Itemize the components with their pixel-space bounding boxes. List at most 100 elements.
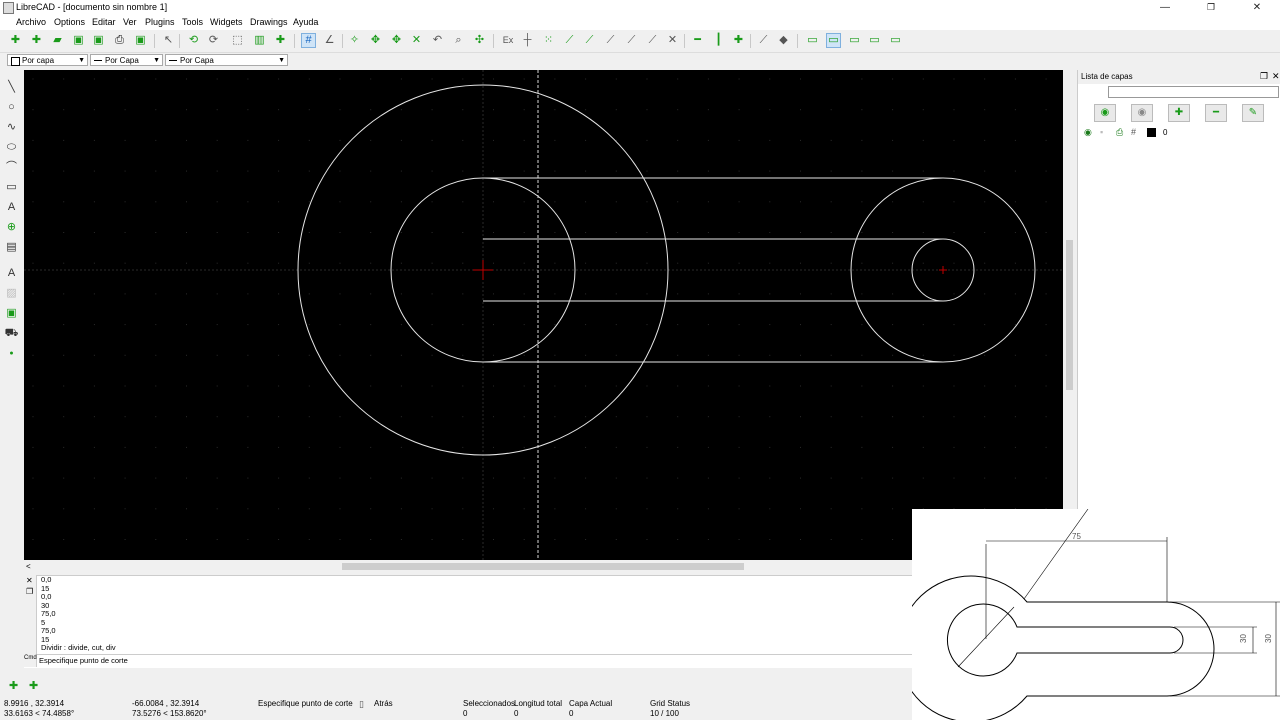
zoom-out-icon[interactable]: ✥ — [389, 33, 404, 48]
draft-mode-icon[interactable]: ▭ — [826, 33, 841, 48]
new-file-icon[interactable]: ✚ — [8, 33, 23, 48]
menu-ver[interactable]: Ver — [123, 17, 137, 27]
print-icon[interactable]: ⎙ — [112, 33, 127, 48]
pen-linetype-combo[interactable]: Por Capa ▼ — [165, 54, 288, 66]
line-tool-icon[interactable]: ╲ — [4, 80, 19, 95]
restrict-orthogonal-icon[interactable]: ✚ — [731, 33, 746, 48]
dimension-tool-icon[interactable]: A — [4, 200, 19, 215]
menu-editar[interactable]: Editar — [92, 17, 116, 27]
horizontal-scrollbar[interactable]: < — [24, 561, 1064, 572]
open-file-icon[interactable]: ▰ — [50, 33, 65, 48]
save-as-icon[interactable]: ▣ — [91, 33, 106, 48]
layer-color-swatch[interactable] — [1147, 128, 1156, 137]
zoom-pan-icon[interactable]: ✣ — [472, 33, 487, 48]
close-panel-icon[interactable]: ✕ — [1272, 71, 1280, 82]
horizontal-scroll-thumb[interactable] — [342, 563, 744, 570]
close-command-icon[interactable]: ✕ — [26, 576, 33, 585]
layer-row[interactable]: ◉ ▪ ⎙ # 0 — [1078, 127, 1280, 139]
save-icon[interactable]: ▣ — [71, 33, 86, 48]
menu-tools[interactable]: Tools — [182, 17, 203, 27]
command-input[interactable]: Especifique punto de corte — [37, 654, 912, 665]
drawing-canvas[interactable] — [24, 70, 1063, 560]
reference-dim-30-inner: 30 — [1239, 634, 1248, 643]
menu-widgets[interactable]: Widgets — [210, 17, 243, 27]
print-preview-icon[interactable]: ▣ — [133, 33, 148, 48]
scroll-left-icon[interactable]: < — [26, 561, 31, 572]
snap-endpoint-icon[interactable]: ⟋ — [562, 33, 577, 48]
select-pointer-icon[interactable]: ↖ — [161, 33, 176, 48]
layer-visible-icon[interactable]: ◉ — [1084, 127, 1092, 138]
maximize-button[interactable]: ❐ — [1188, 0, 1234, 15]
zoom-redraw-icon[interactable]: ✧ — [347, 33, 362, 48]
image-tool-icon[interactable]: ▣ — [4, 306, 19, 321]
restrict-horizontal-icon[interactable]: ━ — [690, 33, 705, 48]
select-tool-icon[interactable]: ▭ — [4, 180, 19, 195]
edit-layer-icon[interactable]: ✎ — [1242, 104, 1264, 122]
hatch-tool-icon[interactable]: ▨ — [4, 286, 19, 301]
command-line-panel: 0,0 15 0,0 30 75,0 5 75,0 15 Dividir : d… — [24, 575, 912, 668]
undo-icon[interactable]: ⟲ — [186, 33, 201, 48]
menu-options[interactable]: Options — [54, 17, 85, 27]
float-panel-icon[interactable]: ❐ — [1260, 71, 1268, 82]
snap-intersection-icon[interactable]: ✕ — [665, 33, 680, 48]
vertical-scrollbar[interactable] — [1064, 70, 1075, 560]
pen-width-combo[interactable]: Por Capa ▼ — [90, 54, 163, 66]
zoom-in-icon[interactable]: ✥ — [368, 33, 383, 48]
show-all-layers-icon[interactable]: ◉ — [1094, 104, 1116, 122]
block-tool-icon[interactable]: ⛟ — [4, 326, 19, 341]
snap-center-icon[interactable]: ⟋ — [603, 33, 618, 48]
ortho-icon[interactable]: ∠ — [322, 33, 337, 48]
add-tab-template-icon[interactable]: ✚ — [29, 679, 38, 692]
layer-filter-input[interactable] — [1108, 86, 1279, 98]
librecad-app-icon — [3, 2, 14, 14]
grid-toggle-icon[interactable]: # — [301, 33, 316, 48]
measure-tool-icon[interactable]: ▤ — [4, 240, 19, 255]
restrict-vertical-icon[interactable]: ┃ — [711, 33, 726, 48]
view-monitor-3-icon[interactable]: ▭ — [867, 33, 882, 48]
pen-color-combo[interactable]: Por capa ▼ — [7, 54, 88, 66]
ellipse-tool-icon[interactable]: ⬭ — [4, 140, 19, 155]
view-monitor-2-icon[interactable]: ▭ — [847, 33, 862, 48]
lock-relative-zero-icon[interactable]: ◆ — [776, 33, 791, 48]
polyline-tool-icon[interactable]: ⌒ — [4, 160, 19, 175]
snap-middle-icon[interactable]: ⟋ — [624, 33, 639, 48]
curve-tool-icon[interactable]: ∿ — [4, 120, 19, 135]
layer-lock-icon[interactable]: ▪ — [1100, 127, 1103, 137]
snap-distance-icon[interactable]: ⟋ — [645, 33, 660, 48]
menu-archivo[interactable]: Archivo — [16, 17, 46, 27]
add-tab-icon[interactable]: ✚ — [9, 679, 18, 692]
snap-on-entity-icon[interactable]: ⟋ — [582, 33, 597, 48]
menu-plugins[interactable]: Plugins — [145, 17, 175, 27]
view-monitor-4-icon[interactable]: ▭ — [888, 33, 903, 48]
zoom-previous-icon[interactable]: ↶ — [430, 33, 445, 48]
copy-icon[interactable]: ▥ — [252, 33, 267, 48]
layer-construction-icon[interactable]: # — [1131, 127, 1136, 137]
zoom-auto-icon[interactable]: ✕ — [409, 33, 424, 48]
remove-layer-icon[interactable]: ━ — [1205, 104, 1227, 122]
menu-drawings[interactable]: Drawings — [250, 17, 288, 27]
zoom-window-icon[interactable]: ⌕ — [451, 33, 466, 48]
menu-ayuda[interactable]: Ayuda — [293, 17, 318, 27]
total-length-label: Longitud total — [514, 699, 563, 708]
close-button[interactable]: ✕ — [1234, 0, 1280, 15]
view-monitor-icon[interactable]: ▭ — [805, 33, 820, 48]
text-tool-icon[interactable]: A — [4, 266, 19, 281]
point-tool-icon[interactable]: ● — [4, 346, 19, 361]
paste-icon[interactable]: ✚ — [273, 33, 288, 48]
modify-tool-icon[interactable]: ⊕ — [4, 220, 19, 235]
new-template-icon[interactable]: ✚ — [29, 33, 44, 48]
hide-all-layers-icon[interactable]: ◉ — [1131, 104, 1153, 122]
add-layer-icon[interactable]: ✚ — [1168, 104, 1190, 122]
cut-icon[interactable]: ⬚ — [230, 33, 245, 48]
exclusive-snap-button[interactable]: Ex — [499, 33, 517, 48]
redo-icon[interactable]: ⟳ — [206, 33, 221, 48]
layer-print-icon[interactable]: ⎙ — [1116, 127, 1123, 138]
minimize-button[interactable]: — — [1142, 0, 1188, 15]
circle-tool-icon[interactable]: ○ — [4, 100, 19, 115]
float-command-icon[interactable]: ❐ — [26, 587, 33, 596]
set-relative-zero-icon[interactable]: ⟋ — [756, 33, 771, 48]
snap-grid-icon[interactable]: ⁙ — [541, 33, 556, 48]
layer-name[interactable]: 0 — [1163, 128, 1167, 137]
vertical-scroll-thumb[interactable] — [1066, 240, 1073, 390]
snap-free-icon[interactable]: ┼ — [520, 33, 535, 48]
